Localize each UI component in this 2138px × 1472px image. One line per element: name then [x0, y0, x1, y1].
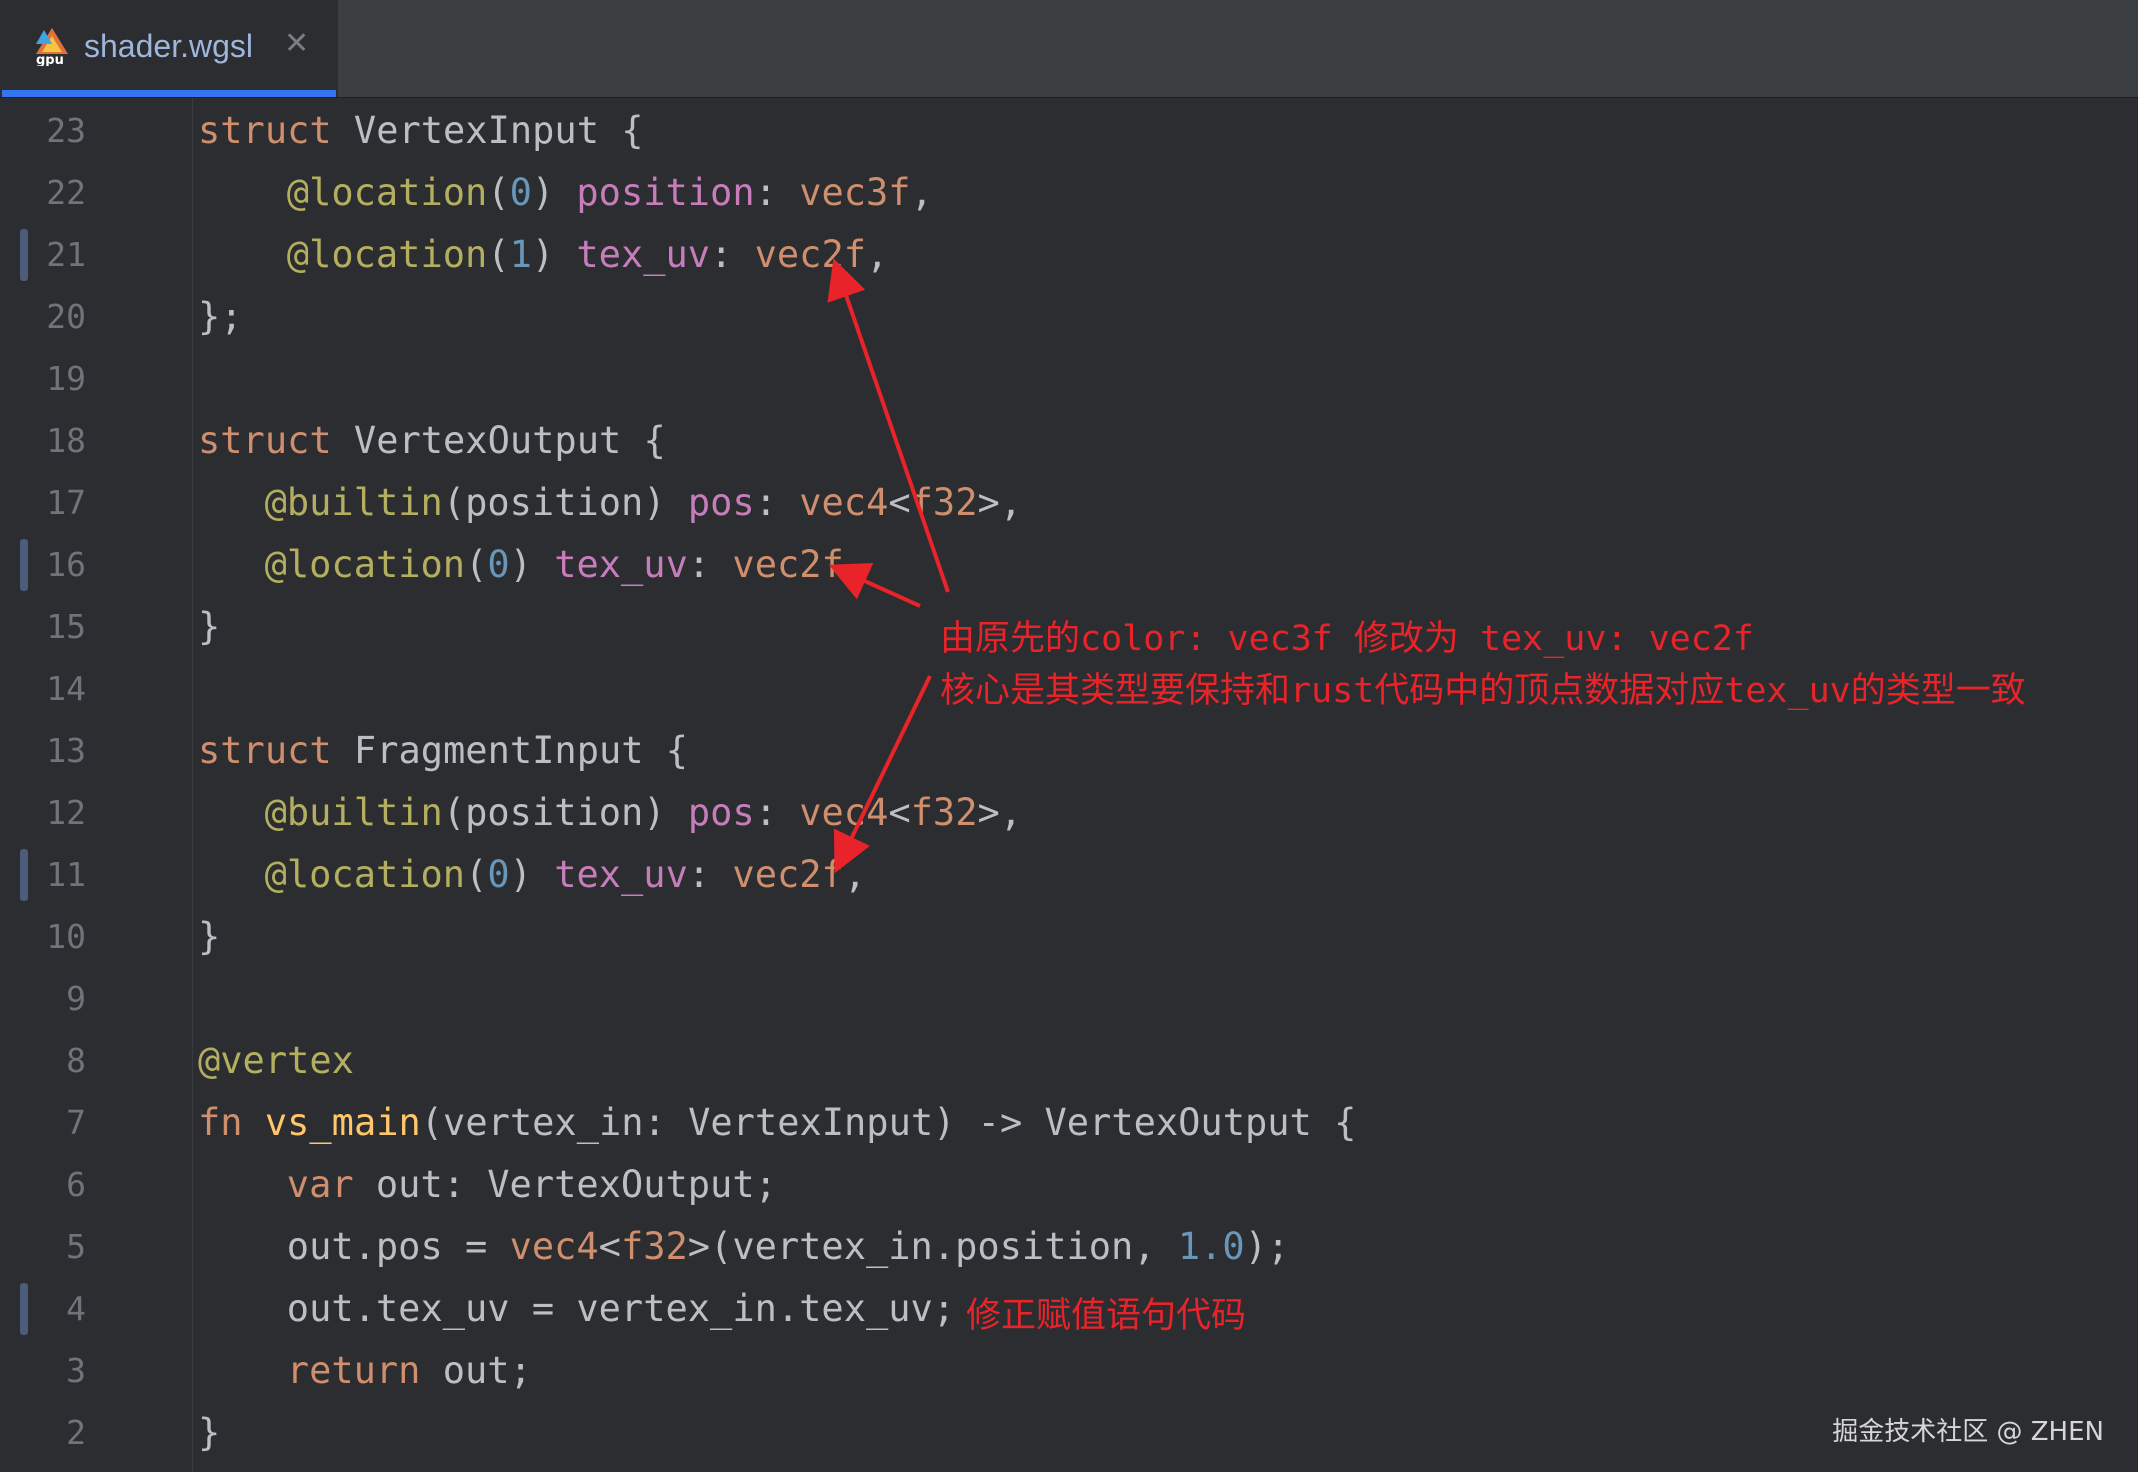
arrow-to-line-21: [827, 258, 950, 593]
watermark: 掘金技术社区 @ ZHEN: [1832, 1417, 2104, 1447]
ide-window: gpu shader.wgsl ✕ 23 struct VertexInput {…: [0, 0, 2138, 1472]
arrow-to-line-16: [828, 562, 921, 608]
annotation-arrows: [827, 258, 950, 874]
arrow-to-line-11: [833, 675, 932, 874]
